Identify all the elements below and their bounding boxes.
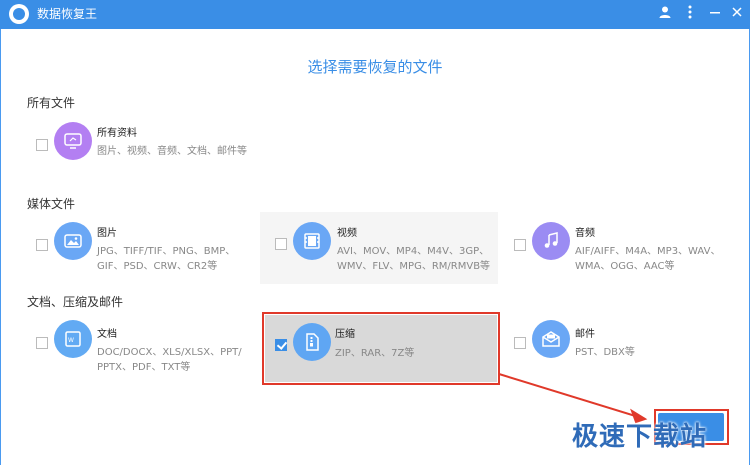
title-bar: 数据恢复王 bbox=[0, 0, 750, 29]
item-name: 所有资料 bbox=[97, 128, 137, 139]
item-name: 邮件 bbox=[575, 329, 595, 340]
file-type-image[interactable]: 图片 JPG、TIFF/TIF、PNG、BMP、 GIF、PSD、CRW、CR2… bbox=[27, 214, 257, 278]
section-title-all-files: 所有文件 bbox=[27, 96, 76, 110]
video-icon bbox=[293, 222, 331, 260]
checkbox[interactable] bbox=[36, 337, 48, 349]
section-title-documents: 文档、压缩及邮件 bbox=[27, 295, 124, 309]
document-icon: W bbox=[54, 320, 92, 358]
checkbox[interactable] bbox=[514, 239, 526, 251]
svg-text:W: W bbox=[68, 337, 74, 344]
checkbox[interactable] bbox=[36, 239, 48, 251]
section-title-media: 媒体文件 bbox=[27, 197, 76, 211]
more-menu-icon[interactable] bbox=[681, 5, 699, 23]
file-type-document[interactable]: W 文档 DOC/DOCX、XLS/XLSX、PPT/ PPTX、PDF、TXT… bbox=[27, 312, 257, 376]
page-title: 选择需要恢复的文件 bbox=[307, 58, 443, 76]
checkbox[interactable] bbox=[275, 238, 287, 250]
item-desc: JPG、TIFF/TIF、PNG、BMP、 GIF、PSD、CRW、CR2等 bbox=[97, 246, 236, 272]
item-name: 视频 bbox=[337, 228, 357, 239]
item-desc: 图片、视频、音频、文档、邮件等 bbox=[97, 146, 247, 157]
item-desc: DOC/DOCX、XLS/XLSX、PPT/ PPTX、PDF、TXT等 bbox=[97, 347, 242, 373]
app-logo-icon bbox=[9, 4, 29, 24]
close-icon[interactable] bbox=[728, 5, 746, 23]
item-name: 音频 bbox=[575, 228, 595, 239]
checkbox[interactable] bbox=[514, 337, 526, 349]
highlight-box-archive bbox=[262, 312, 500, 385]
watermark-text: 极速下载站 bbox=[572, 422, 708, 452]
checkbox[interactable] bbox=[36, 139, 48, 151]
item-desc: AIF/AIFF、M4A、MP3、WAV、 WMA、OGG、AAC等 bbox=[575, 246, 721, 272]
minimize-icon[interactable] bbox=[706, 5, 724, 23]
all-files-icon bbox=[54, 122, 92, 160]
file-type-mail[interactable]: 邮件 PST、DBX等 bbox=[505, 312, 735, 376]
item-name: 图片 bbox=[97, 228, 117, 239]
user-icon[interactable] bbox=[656, 5, 674, 23]
app-title: 数据恢复王 bbox=[37, 7, 98, 21]
file-type-video[interactable]: 视频 AVI、MOV、MP4、M4V、3GP、 WMV、FLV、MPG、RM/R… bbox=[260, 212, 498, 284]
item-desc: AVI、MOV、MP4、M4V、3GP、 WMV、FLV、MPG、RM/RMVB… bbox=[337, 246, 491, 272]
item-desc: PST、DBX等 bbox=[575, 347, 635, 358]
file-type-audio[interactable]: 音频 AIF/AIFF、M4A、MP3、WAV、 WMA、OGG、AAC等 bbox=[505, 214, 735, 278]
file-type-all[interactable]: 所有资料 图片、视频、音频、文档、邮件等 bbox=[27, 114, 257, 178]
item-name: 文档 bbox=[97, 329, 117, 340]
image-icon bbox=[54, 222, 92, 260]
audio-icon bbox=[532, 222, 570, 260]
mail-icon bbox=[532, 320, 570, 358]
